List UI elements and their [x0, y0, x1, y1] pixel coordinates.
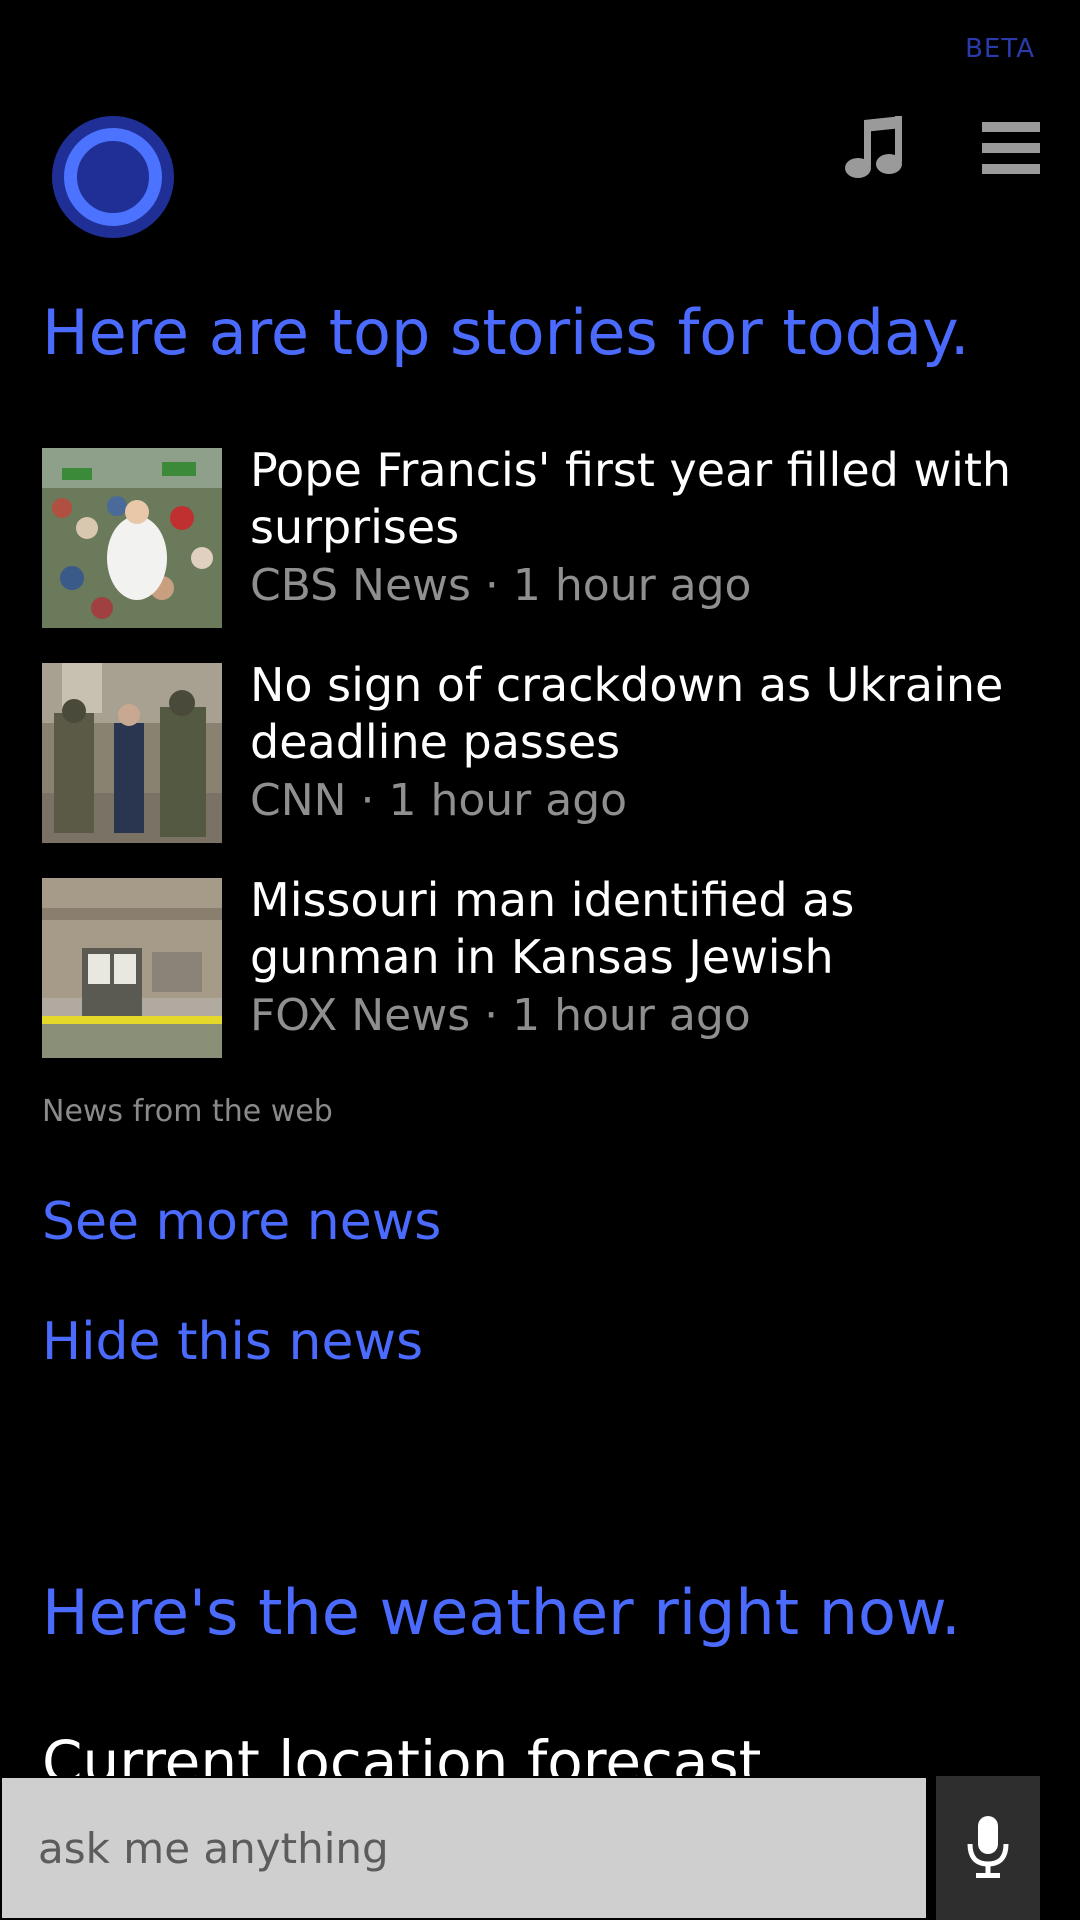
story-text: Missouri man identified as gunman in Kan…	[250, 872, 1050, 1041]
menu-bar	[982, 143, 1040, 153]
menu-bar	[982, 164, 1040, 174]
news-source-note: News from the web	[42, 1094, 333, 1129]
hamburger-menu-icon[interactable]	[982, 122, 1040, 174]
news-story[interactable]: Pope Francis' first year filled with sur…	[42, 443, 1042, 628]
hide-news-link[interactable]: Hide this news	[42, 1312, 423, 1372]
story-title[interactable]: Pope Francis' first year filled with sur…	[250, 442, 1050, 556]
story-title[interactable]: Missouri man identified as gunman in Kan…	[250, 872, 1050, 986]
story-meta: FOX News · 1 hour ago	[250, 990, 751, 1041]
cortana-logo-icon[interactable]	[52, 116, 174, 238]
story-thumbnail	[42, 448, 222, 628]
story-meta: CBS News · 1 hour ago	[250, 560, 752, 611]
story-title[interactable]: No sign of crackdown as Ukraine deadline…	[250, 657, 1050, 771]
beta-label: BETA	[965, 34, 1035, 64]
news-story[interactable]: Missouri man identified as gunman in Kan…	[42, 873, 1042, 1058]
weather-heading: Here's the weather right now.	[42, 1576, 961, 1649]
microphone-icon	[967, 1816, 1009, 1878]
news-heading: Here are top stories for today.	[42, 296, 970, 369]
search-input[interactable]	[2, 1778, 926, 1918]
news-story[interactable]: No sign of crackdown as Ukraine deadline…	[42, 658, 1042, 843]
menu-bar	[982, 122, 1040, 132]
story-thumbnail	[42, 663, 222, 843]
cortana-ring	[64, 128, 162, 226]
story-text: No sign of crackdown as Ukraine deadline…	[250, 657, 1050, 826]
music-icon[interactable]	[844, 116, 906, 182]
search-bar	[0, 1776, 1080, 1920]
see-more-news-link[interactable]: See more news	[42, 1192, 441, 1252]
story-meta: CNN · 1 hour ago	[250, 775, 628, 826]
microphone-button[interactable]	[936, 1776, 1040, 1920]
story-thumbnail	[42, 878, 222, 1058]
story-text: Pope Francis' first year filled with sur…	[250, 442, 1050, 611]
